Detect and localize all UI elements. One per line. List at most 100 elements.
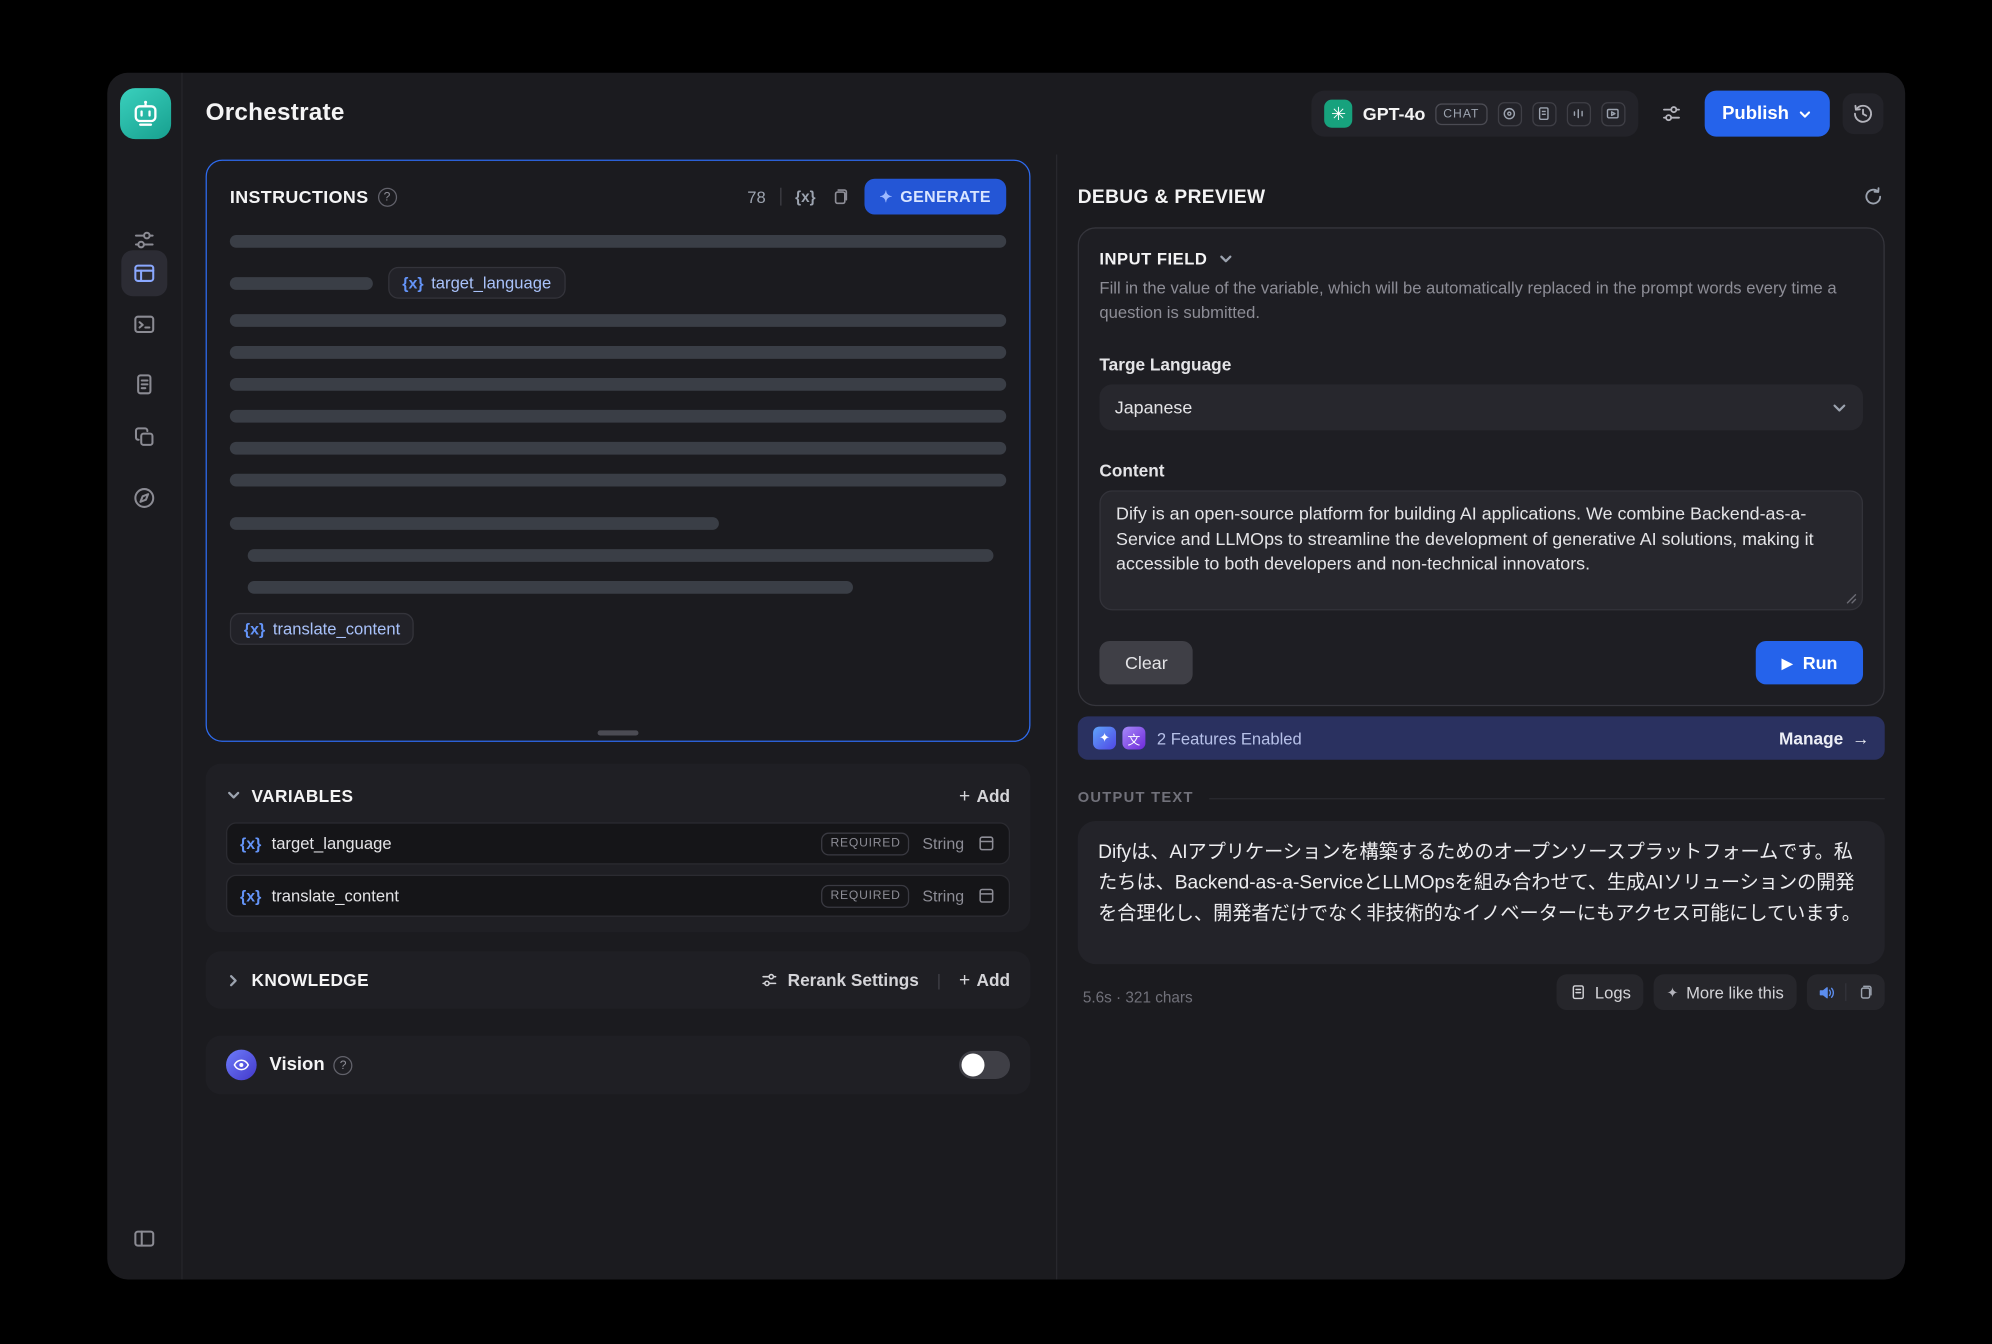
skeleton-line	[230, 442, 1006, 455]
variable-chip-translate-content[interactable]: {x} translate_content	[230, 613, 414, 645]
content-textarea[interactable]: Dify is an open-source platform for buil…	[1099, 490, 1863, 610]
document-capability-icon	[1532, 102, 1556, 126]
orchestrate-settings-icon[interactable]	[132, 227, 158, 253]
app-window: Orchestrate ✳ GPT-4o CHAT	[107, 73, 1905, 1280]
add-variable-button[interactable]: + Add	[959, 785, 1010, 807]
skeleton-line	[248, 549, 993, 562]
required-badge: REQUIRED	[822, 884, 910, 907]
variable-type: String	[922, 887, 964, 905]
char-count: 78	[747, 187, 765, 206]
chevron-down-icon	[1798, 107, 1812, 121]
vision-label: Vision	[269, 1055, 324, 1075]
history-button[interactable]	[1843, 93, 1884, 134]
divider	[1209, 797, 1885, 798]
speaker-icon[interactable]	[1807, 974, 1845, 1010]
variable-icon: {x}	[244, 620, 265, 638]
plus-icon: +	[959, 785, 970, 807]
target-language-select[interactable]: Japanese	[1099, 384, 1863, 430]
left-rail	[107, 73, 182, 1280]
chevron-down-icon	[1218, 251, 1233, 266]
target-language-label: Targe Language	[1099, 355, 1863, 374]
plus-icon: +	[959, 969, 970, 991]
variable-chip-label: translate_content	[273, 619, 400, 638]
required-badge: REQUIRED	[822, 832, 910, 855]
output-stats: 5.6s · 321 chars	[1083, 988, 1193, 1006]
publish-button[interactable]: Publish	[1704, 91, 1830, 137]
clear-button[interactable]: Clear	[1099, 641, 1193, 684]
help-icon[interactable]: ?	[334, 1055, 353, 1074]
output-text-bubble: Difyは、AIアプリケーションを構築するためのオープンソースプラットフォームで…	[1078, 821, 1885, 964]
rail-item-terminal[interactable]	[132, 312, 158, 338]
orchestrate-panel: INSTRUCTIONS ? 78 {x} ✦ GENERATE	[183, 155, 1056, 1280]
chevron-right-icon[interactable]	[226, 972, 241, 987]
topbar-right: ✳ GPT-4o CHAT	[1312, 91, 1884, 137]
rerank-settings-button[interactable]: Rerank Settings	[760, 970, 919, 989]
skeleton-line	[248, 581, 854, 594]
content-label: Content	[1099, 461, 1863, 480]
rail-item-logs[interactable]	[132, 372, 158, 398]
copy-prompt-icon[interactable]	[830, 186, 850, 206]
run-label: Run	[1803, 653, 1838, 673]
rail-item-orchestrate-active[interactable]	[121, 250, 167, 296]
divider: |	[937, 970, 941, 989]
resize-corner-icon[interactable]	[1845, 592, 1856, 603]
divider	[780, 188, 781, 206]
skeleton-line	[230, 378, 1006, 391]
skeleton-line	[230, 314, 1006, 327]
sparkle-icon: ✦	[1667, 984, 1679, 1001]
input-field-header[interactable]: INPUT FIELD	[1099, 249, 1863, 268]
instructions-editor[interactable]: INSTRUCTIONS ? 78 {x} ✦ GENERATE	[206, 160, 1031, 742]
logs-button[interactable]: Logs	[1557, 974, 1644, 1010]
manage-features-button[interactable]: Manage →	[1779, 728, 1869, 747]
skeleton-line	[230, 346, 1006, 359]
collapse-sidebar-icon[interactable]	[132, 1226, 158, 1252]
input-field-title: INPUT FIELD	[1099, 249, 1207, 268]
run-button[interactable]: ▶ Run	[1756, 641, 1863, 684]
variable-row-translate-content[interactable]: {x} translate_content REQUIRED String	[226, 875, 1010, 917]
video-capability-icon	[1601, 102, 1625, 126]
more-like-this-button[interactable]: ✦ More like this	[1654, 974, 1797, 1010]
rail-item-explore-compass[interactable]	[132, 485, 158, 511]
variable-row-target-language[interactable]: {x} target_language REQUIRED String	[226, 822, 1010, 864]
features-enabled-bar[interactable]: ✦ 文 2 Features Enabled Manage →	[1078, 716, 1885, 759]
parameters-icon[interactable]	[1651, 93, 1692, 134]
target-language-value: Japanese	[1115, 397, 1193, 417]
content-value: Dify is an open-source platform for buil…	[1116, 503, 1814, 573]
robot-icon	[130, 98, 161, 129]
model-selector[interactable]: ✳ GPT-4o CHAT	[1312, 91, 1638, 137]
chevron-down-icon	[1831, 399, 1848, 416]
sparkle-icon: ✦	[879, 188, 892, 206]
insert-variable-icon[interactable]: {x}	[795, 188, 815, 206]
clear-label: Clear	[1125, 653, 1168, 673]
resize-handle[interactable]	[598, 730, 639, 735]
app-logo[interactable]	[120, 88, 171, 139]
input-field-description: Fill in the value of the variable, which…	[1099, 276, 1863, 325]
feature-sparkle-icon: ✦	[1093, 727, 1116, 750]
rail-item-annotation[interactable]	[132, 424, 158, 450]
openai-logo-icon: ✳	[1324, 100, 1352, 128]
model-mode-badge: CHAT	[1436, 103, 1488, 125]
more-like-this-label: More like this	[1686, 983, 1784, 1002]
output-actions-pill	[1807, 974, 1885, 1010]
rerank-sliders-icon	[760, 970, 779, 989]
variable-icon: {x}	[240, 834, 261, 852]
manage-label: Manage	[1779, 728, 1843, 747]
help-icon[interactable]: ?	[377, 187, 396, 206]
variables-title: VARIABLES	[252, 786, 354, 805]
instructions-header: INSTRUCTIONS ? 78 {x} ✦ GENERATE	[230, 176, 1006, 217]
toggle-knob	[962, 1053, 985, 1076]
edit-variable-icon[interactable]	[977, 834, 996, 853]
feature-translate-icon: 文	[1122, 727, 1145, 750]
knowledge-title: KNOWLEDGE	[252, 970, 369, 989]
chevron-down-icon[interactable]	[226, 788, 241, 803]
knowledge-section: KNOWLEDGE Rerank Settings | + Add	[206, 951, 1031, 1008]
vision-toggle[interactable]	[959, 1051, 1010, 1079]
restart-conversation-icon[interactable]	[1862, 185, 1885, 208]
generate-button[interactable]: ✦ GENERATE	[864, 179, 1006, 215]
add-knowledge-button[interactable]: + Add	[959, 969, 1010, 991]
copy-output-icon[interactable]	[1846, 974, 1884, 1010]
edit-variable-icon[interactable]	[977, 886, 996, 905]
variable-chip-target-language[interactable]: {x} target_language	[388, 267, 565, 299]
output-header: OUTPUT TEXT	[1078, 790, 1885, 805]
variable-icon: {x}	[240, 887, 261, 905]
